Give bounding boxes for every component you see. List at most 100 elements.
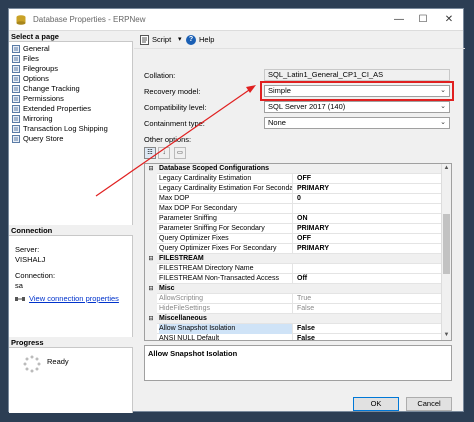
page-item-extended-properties[interactable]: Extended Properties: [11, 104, 131, 114]
window-title: Database Properties - ERPNew: [33, 15, 146, 24]
grid-property-row[interactable]: Query Optimizer Fixes For Secondary PRIMA…: [145, 244, 451, 254]
grid-property-row[interactable]: AllowScripting True: [145, 294, 451, 304]
property-value[interactable]: 0: [295, 194, 441, 204]
collapse-icon[interactable]: ⊟: [145, 164, 157, 174]
row-gutter: [145, 174, 157, 184]
scroll-down-icon[interactable]: ▼: [442, 331, 451, 340]
grid-category-row[interactable]: ⊟ FILESTREAM: [145, 254, 451, 264]
collation-value: SQL_Latin1_General_CP1_CI_AS: [268, 70, 384, 79]
database-icon: [16, 15, 26, 25]
alphabetical-sort-button[interactable]: ↓: [158, 147, 170, 159]
property-value[interactable]: PRIMARY: [295, 224, 441, 234]
script-dropdown-arrow[interactable]: ▾: [178, 35, 182, 45]
page-item-options[interactable]: Options: [11, 74, 131, 84]
property-value[interactable]: OFF: [295, 234, 441, 244]
row-gutter: [145, 194, 157, 204]
page-item-label: General: [23, 44, 50, 53]
property-name: AllowScripting: [159, 294, 293, 304]
description-title: Allow Snapshot Isolation: [148, 349, 238, 358]
property-name: FILESTREAM Directory Name: [159, 264, 293, 274]
close-button[interactable]: ✕: [439, 12, 459, 27]
collation-field: SQL_Latin1_General_CP1_CI_AS: [264, 69, 450, 81]
scroll-up-icon[interactable]: ▲: [442, 164, 451, 173]
page-item-label: Files: [23, 54, 39, 63]
page-item-change-tracking[interactable]: Change Tracking: [11, 84, 131, 94]
property-value[interactable]: False: [295, 304, 441, 314]
grid-property-row[interactable]: Allow Snapshot Isolation False: [145, 324, 451, 334]
grid-property-row[interactable]: Legacy Cardinality Estimation OFF: [145, 174, 451, 184]
grid-property-row[interactable]: Max DOP 0: [145, 194, 451, 204]
property-value[interactable]: False: [295, 324, 441, 334]
property-name: Max DOP For Secondary: [159, 204, 293, 214]
grid-property-row[interactable]: FILESTREAM Directory Name: [145, 264, 451, 274]
page-icon: [12, 85, 20, 93]
progress-status: Ready: [47, 357, 69, 366]
property-name: FILESTREAM Non-Transacted Access: [159, 274, 293, 284]
property-name: Allow Snapshot Isolation: [159, 324, 293, 334]
property-value[interactable]: ON: [295, 214, 441, 224]
collapse-icon[interactable]: ⊟: [145, 254, 157, 264]
page-item-mirroring[interactable]: Mirroring: [11, 114, 131, 124]
property-name: Parameter Sniffing For Secondary: [159, 224, 293, 234]
property-value[interactable]: True: [295, 294, 441, 304]
row-gutter: [145, 234, 157, 244]
categorized-view-button[interactable]: ☷: [144, 147, 156, 159]
view-connection-row[interactable]: View connection properties: [15, 294, 131, 304]
property-value[interactable]: [295, 264, 441, 274]
property-name: Database Scoped Configurations: [159, 165, 270, 172]
page-item-permissions[interactable]: Permissions: [11, 94, 131, 104]
property-name: Legacy Cardinality Estimation: [159, 174, 293, 184]
page-item-files[interactable]: Files: [11, 54, 131, 64]
script-button[interactable]: Script: [140, 35, 171, 45]
grid-property-row[interactable]: HideFileSettings False: [145, 304, 451, 314]
grid-scrollbar[interactable]: ▲ ▼: [441, 164, 451, 340]
page-item-filegroups[interactable]: Filegroups: [11, 64, 131, 74]
scroll-thumb[interactable]: [443, 214, 450, 274]
property-value[interactable]: [295, 204, 441, 214]
property-value[interactable]: OFF: [295, 174, 441, 184]
page-icon: [12, 125, 20, 133]
row-gutter: [145, 204, 157, 214]
page-item-query-store[interactable]: Query Store: [11, 134, 131, 144]
page-item-label: Change Tracking: [23, 84, 80, 93]
property-pages-button[interactable]: ▭: [174, 147, 186, 159]
database-properties-window: Database Properties - ERPNew — ☐ ✕ Selec…: [8, 8, 465, 413]
minimize-button[interactable]: —: [389, 12, 409, 27]
property-value[interactable]: False: [295, 334, 441, 340]
property-value[interactable]: PRIMARY: [295, 244, 441, 254]
other-options-label: Other options:: [144, 135, 192, 144]
collapse-icon[interactable]: ⊟: [145, 284, 157, 294]
grid-property-row[interactable]: Legacy Cardinality Estimation For Second…: [145, 184, 451, 194]
compatibility-level-select[interactable]: SQL Server 2017 (140) ⌄: [264, 101, 450, 113]
page-item-transaction-log-shipping[interactable]: Transaction Log Shipping: [11, 124, 131, 134]
grid-property-row[interactable]: Parameter Sniffing ON: [145, 214, 451, 224]
property-name: Query Optimizer Fixes For Secondary: [159, 244, 293, 254]
containment-type-select[interactable]: None ⌄: [264, 117, 450, 129]
cancel-button[interactable]: Cancel: [406, 397, 452, 411]
ok-button[interactable]: OK: [353, 397, 399, 411]
collapse-icon[interactable]: ⊟: [145, 314, 157, 324]
grid-property-row[interactable]: ANSI NULL Default False: [145, 334, 451, 340]
maximize-button[interactable]: ☐: [413, 12, 433, 27]
page-icon: [12, 45, 20, 53]
property-name: Miscellaneous: [159, 315, 207, 322]
recovery-model-label: Recovery model:: [144, 87, 201, 96]
property-value[interactable]: Off: [295, 274, 441, 284]
server-value: VISHALJ: [15, 255, 46, 264]
grid-property-row[interactable]: FILESTREAM Non-Transacted Access Off: [145, 274, 451, 284]
grid-property-row[interactable]: Max DOP For Secondary: [145, 204, 451, 214]
grid-category-row[interactable]: ⊟ Miscellaneous: [145, 314, 451, 324]
view-connection-properties-link[interactable]: View connection properties: [29, 294, 119, 304]
script-icon: [140, 35, 149, 45]
help-button[interactable]: ? Help: [186, 35, 214, 45]
progress-header: Progress: [9, 337, 133, 348]
row-gutter: [145, 264, 157, 274]
grid-category-row[interactable]: ⊟ Misc: [145, 284, 451, 294]
grid-property-row[interactable]: Query Optimizer Fixes OFF: [145, 234, 451, 244]
grid-property-row[interactable]: Parameter Sniffing For Secondary PRIMARY: [145, 224, 451, 234]
property-name: Legacy Cardinality Estimation For Second…: [159, 184, 293, 194]
grid-category-row[interactable]: ⊟ Database Scoped Configurations: [145, 164, 451, 174]
connection-icon: [15, 297, 25, 301]
page-item-general[interactable]: General: [11, 44, 131, 54]
property-value[interactable]: PRIMARY: [295, 184, 441, 194]
